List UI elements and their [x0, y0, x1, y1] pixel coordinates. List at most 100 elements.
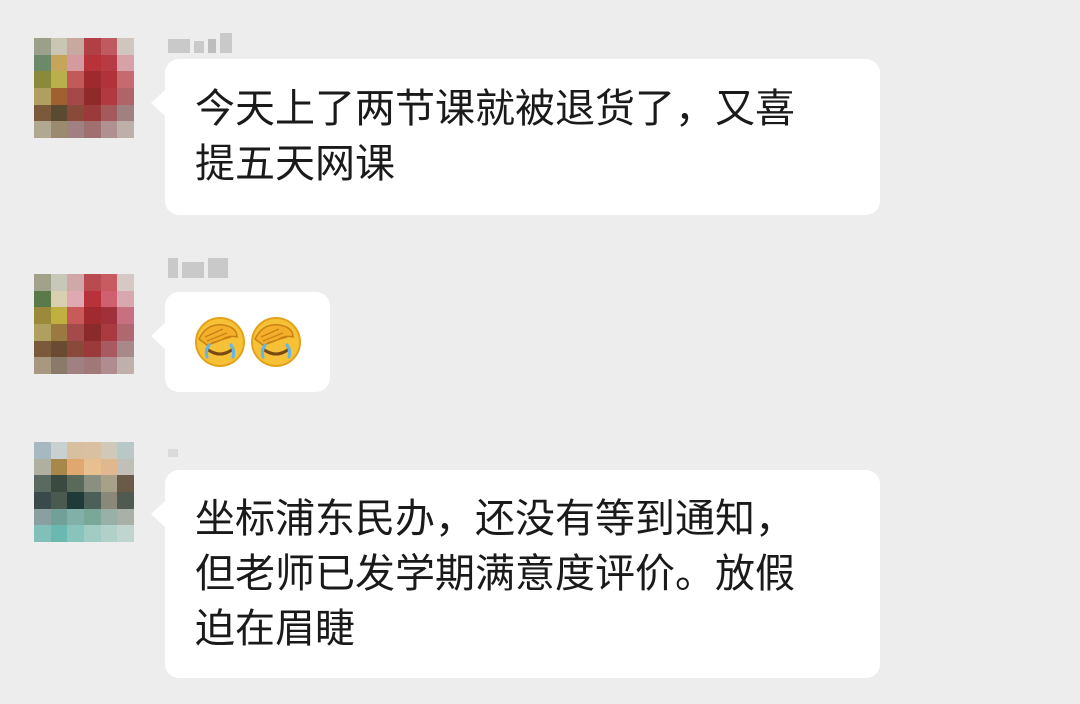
- avatar-pixel: [34, 87, 51, 105]
- message-text-line: 提五天网课: [195, 141, 395, 187]
- avatar-pixel: [50, 54, 68, 72]
- avatar-pixel: [100, 104, 118, 122]
- avatar-pixel: [34, 71, 51, 88]
- avatar-pixel: [67, 104, 84, 122]
- avatar-pixel: [117, 475, 134, 492]
- avatar-pixel: [83, 104, 101, 122]
- sender-name-redacted: [168, 437, 178, 457]
- avatar-pixel: [67, 357, 84, 374]
- avatar[interactable]: [34, 274, 134, 374]
- avatar-pixel: [83, 323, 101, 341]
- avatar-pixel: [117, 54, 134, 72]
- avatar-pixel: [100, 340, 118, 358]
- avatar-pixel: [117, 525, 134, 542]
- avatar-pixel: [100, 290, 118, 308]
- avatar-pixel: [100, 357, 118, 374]
- avatar-pixel: [117, 71, 134, 88]
- message-bubble[interactable]: 坐标浦东民办，还没有等到通知， 但老师已发学期满意度评价。放假 迫在眉睫: [151, 470, 880, 678]
- sender-name-redacted: [168, 258, 228, 278]
- avatar-pixel: [100, 38, 118, 55]
- avatar-pixel: [83, 274, 101, 291]
- avatar-pixel: [34, 340, 51, 358]
- avatar-pixel: [83, 340, 101, 358]
- avatar-pixel: [117, 323, 134, 341]
- avatar-pixel: [50, 71, 68, 88]
- avatar-pixel: [100, 475, 118, 492]
- avatar-pixel: [34, 104, 51, 122]
- avatar-pixel: [50, 274, 68, 291]
- avatar-pixel: [117, 307, 134, 324]
- avatar-pixel: [117, 274, 134, 291]
- avatar-pixel: [100, 458, 118, 476]
- avatar-pixel: [100, 54, 118, 72]
- message-bubble[interactable]: [151, 292, 330, 392]
- avatar-pixel: [50, 357, 68, 374]
- avatar-pixel: [67, 121, 84, 138]
- avatar-pixel: [50, 290, 68, 308]
- avatar-pixel: [117, 87, 134, 105]
- avatar-pixel: [34, 307, 51, 324]
- avatar-pixel: [34, 475, 51, 492]
- avatar-pixel: [34, 357, 51, 374]
- avatar-pixel: [67, 491, 84, 509]
- avatar-pixel: [117, 290, 134, 308]
- avatar-pixel: [34, 442, 51, 459]
- avatar-pixel: [34, 54, 51, 72]
- avatar-pixel: [100, 307, 118, 324]
- avatar-pixel: [34, 38, 51, 55]
- avatar-pixel: [83, 357, 101, 374]
- avatar-pixel: [34, 458, 51, 476]
- avatar-pixel: [67, 71, 84, 88]
- avatar[interactable]: [34, 38, 134, 138]
- avatar-pixel: [100, 71, 118, 88]
- sender-name-redacted: [168, 33, 232, 53]
- avatar-pixel: [83, 87, 101, 105]
- avatar-pixel: [100, 525, 118, 542]
- avatar[interactable]: [34, 442, 134, 542]
- avatar-pixel: [83, 307, 101, 324]
- avatar-pixel: [67, 290, 84, 308]
- avatar-pixel: [34, 525, 51, 542]
- avatar-pixel: [83, 290, 101, 308]
- avatar-pixel: [83, 491, 101, 509]
- avatar-pixel: [67, 38, 84, 55]
- avatar-pixel: [67, 340, 84, 358]
- avatar-pixel: [34, 491, 51, 509]
- avatar-pixel: [50, 525, 68, 542]
- avatar-pixel: [67, 54, 84, 72]
- avatar-pixel: [83, 38, 101, 55]
- avatar-pixel: [100, 323, 118, 341]
- avatar-pixel: [67, 475, 84, 492]
- avatar-pixel: [67, 442, 84, 459]
- avatar-pixel: [50, 323, 68, 341]
- avatar-pixel: [34, 290, 51, 308]
- avatar-pixel: [117, 442, 134, 459]
- avatar-pixel: [50, 475, 68, 492]
- message-text-line: 但老师已发学期满意度评价。放假: [195, 551, 795, 597]
- avatar-pixel: [34, 121, 51, 138]
- avatar-pixel: [67, 508, 84, 526]
- avatar-pixel: [50, 87, 68, 105]
- avatar-pixel: [100, 121, 118, 138]
- message-bubble[interactable]: 今天上了两节课就被退货了，又喜 提五天网课: [151, 59, 880, 215]
- avatar-pixel: [100, 508, 118, 526]
- avatar-pixel: [67, 323, 84, 341]
- avatar-pixel: [83, 508, 101, 526]
- avatar-pixel: [117, 340, 134, 358]
- avatar-pixel: [100, 274, 118, 291]
- avatar-pixel: [50, 458, 68, 476]
- avatar-pixel: [117, 508, 134, 526]
- avatar-pixel: [83, 71, 101, 88]
- avatar-pixel: [100, 87, 118, 105]
- avatar-pixel: [67, 274, 84, 291]
- avatar-pixel: [83, 54, 101, 72]
- avatar-pixel: [50, 442, 68, 459]
- avatar-pixel: [34, 274, 51, 291]
- avatar-pixel: [50, 340, 68, 358]
- avatar-pixel: [34, 323, 51, 341]
- avatar-pixel: [117, 121, 134, 138]
- avatar-pixel: [50, 104, 68, 122]
- avatar-pixel: [50, 508, 68, 526]
- avatar-pixel: [34, 508, 51, 526]
- avatar-pixel: [100, 491, 118, 509]
